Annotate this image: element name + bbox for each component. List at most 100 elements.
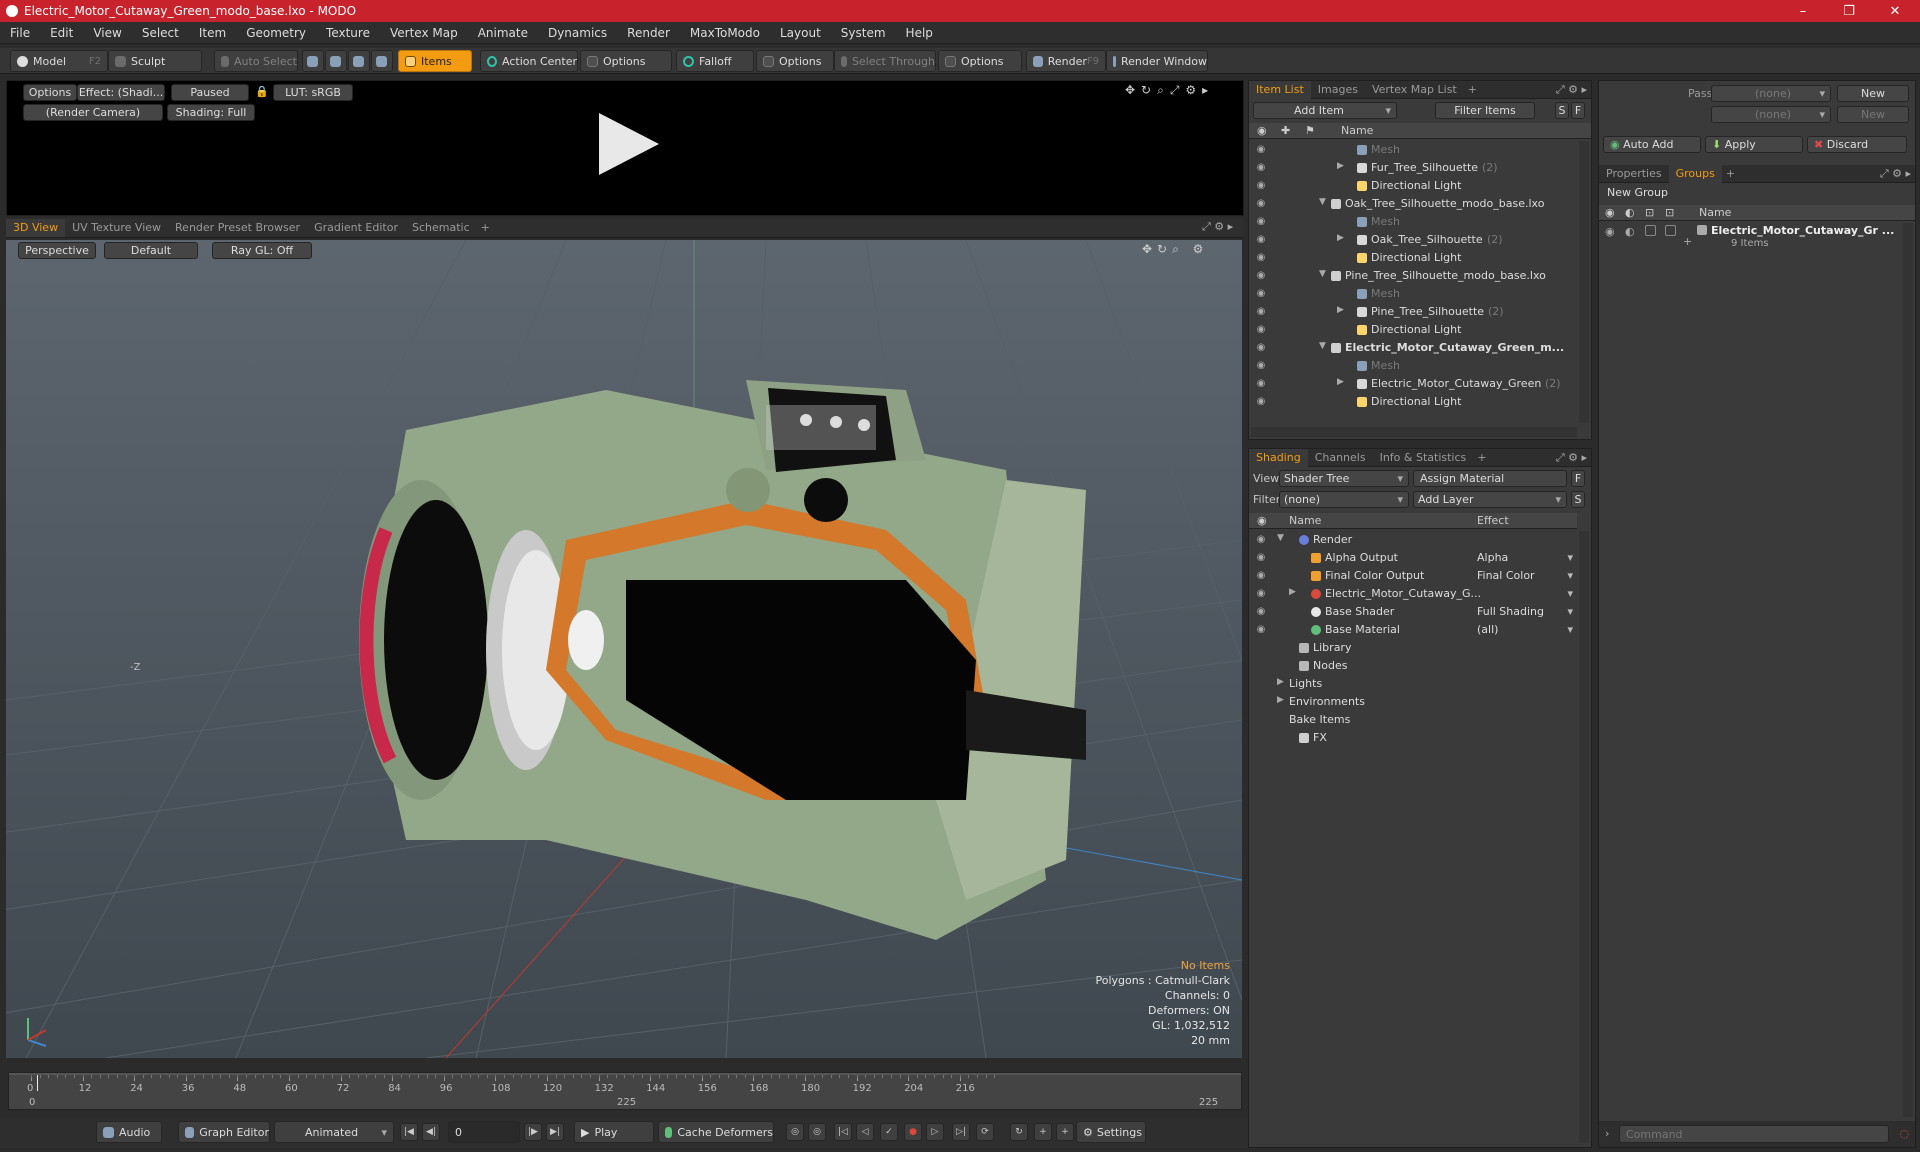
expand-arrow-icon[interactable]: ▶ (1289, 587, 1296, 597)
current-frame-input[interactable]: 0 (448, 1121, 520, 1143)
collapse-arrow-icon[interactable]: ▼ (1319, 341, 1326, 351)
render-camera-dropdown[interactable]: (Render Camera) (23, 104, 163, 121)
preview-paused-button[interactable]: Paused (171, 84, 249, 101)
menu-render[interactable]: Render (617, 26, 680, 40)
expand-arrow-icon[interactable]: ▶ (1337, 305, 1344, 315)
item-list-row[interactable]: ◉ Mesh (1249, 213, 1577, 231)
preview-effect-dropdown[interactable]: Effect: (Shadi... (77, 84, 165, 101)
shader-tree-row[interactable]: ▶ Lights (1249, 675, 1577, 693)
key-fwd-icon[interactable]: ▷ (926, 1123, 944, 1141)
add-tab-icon[interactable]: + (1722, 167, 1739, 180)
new-pass-group-button[interactable]: New (1837, 85, 1909, 102)
visibility-eye-icon[interactable]: ◉ (1255, 288, 1267, 300)
item-list-row[interactable]: ◉ ▼ Electric_Motor_Cutaway_Green_m... (1249, 339, 1577, 357)
apply-button[interactable]: ⬇ Apply (1705, 136, 1803, 153)
key-settings-icon[interactable]: ◎ (808, 1123, 826, 1141)
shader-tree-row[interactable]: ◉ Base Shader Full Shading (1249, 603, 1577, 621)
menu-dynamics[interactable]: Dynamics (538, 26, 617, 40)
preview-options-button[interactable]: Options (23, 84, 77, 101)
command-expand-icon[interactable]: › (1605, 1127, 1609, 1140)
add-layer-dropdown[interactable]: Add Layer (1413, 491, 1567, 508)
tab-shading[interactable]: Shading (1249, 448, 1308, 467)
sync-icon[interactable]: ↻ (1010, 1123, 1028, 1141)
key-tool-icon[interactable]: ◎ (786, 1123, 804, 1141)
key-back-icon[interactable]: ◁ (856, 1123, 874, 1141)
shader-tree-row[interactable]: FX (1249, 729, 1577, 747)
polygons-mode-button[interactable] (348, 50, 370, 72)
visibility-eye-icon[interactable]: ◉ (1255, 234, 1267, 246)
shader-tree-row[interactable]: Bake Items (1249, 711, 1577, 729)
shading-panel-controls[interactable]: ⤢ ⚙ ▸ (1556, 451, 1587, 465)
expand-arrow-icon[interactable]: ▶ (1337, 233, 1344, 243)
go-to-end-icon[interactable]: ▶| (546, 1123, 564, 1141)
lock-icon[interactable]: 🔒 (255, 85, 269, 98)
collapse-arrow-icon[interactable]: ▼ (1319, 269, 1326, 279)
visibility-eye-icon[interactable]: ◉ (1255, 306, 1267, 318)
view-tab-controls[interactable]: ⤢ ⚙ ▸ (1202, 220, 1233, 234)
play-preview-icon[interactable] (593, 109, 663, 179)
group-lock-checkbox[interactable] (1645, 225, 1656, 236)
viewport-nav-controls[interactable]: ✥↻⌕ ⚙ (1142, 242, 1208, 257)
visibility-eye-icon[interactable]: ◉ (1255, 588, 1267, 600)
loop-icon[interactable]: ⟳ (976, 1123, 994, 1141)
item-list-row[interactable]: ◉ Directional Light (1249, 249, 1577, 267)
item-list-row[interactable]: ◉ Directional Light (1249, 321, 1577, 339)
visibility-eye-icon[interactable]: ◉ (1255, 624, 1267, 636)
shading-scrollbar[interactable] (1579, 531, 1589, 1143)
select-through-options-button[interactable]: Options (938, 50, 1022, 72)
electric-motor-model[interactable] (359, 380, 1086, 940)
layer-effect-dropdown[interactable]: (all) (1477, 623, 1575, 636)
shader-tree-row[interactable]: ◉ Base Material (all) (1249, 621, 1577, 639)
visibility-eye-icon[interactable]: ◉ (1255, 324, 1267, 336)
prev-key-icon[interactable]: |◁ (834, 1123, 852, 1141)
groups-panel-controls[interactable]: ⤢ ⚙ ▸ (1880, 167, 1911, 181)
item-list-row[interactable]: ◉ ▶ Pine_Tree_Silhouette (2) (1249, 303, 1577, 321)
menu-edit[interactable]: Edit (40, 26, 83, 40)
shading-effect-header[interactable]: Effect (1477, 514, 1509, 527)
tab-images[interactable]: Images (1311, 81, 1365, 99)
layer-effect-dropdown[interactable]: Full Shading (1477, 605, 1575, 618)
preview-view-controls[interactable]: ✥↻⌕⤢⚙▸ (1125, 83, 1214, 98)
tab-3d-view[interactable]: 3D View (6, 218, 66, 237)
collapse-arrow-icon[interactable]: ▼ (1319, 197, 1326, 207)
add-item-dropdown[interactable]: Add Item (1253, 102, 1397, 119)
visibility-eye-icon[interactable]: ◉ (1255, 180, 1267, 192)
raygl-toggle[interactable]: Ray GL: Off (212, 242, 312, 259)
menu-help[interactable]: Help (896, 26, 943, 40)
shading-default-dropdown[interactable]: Default (104, 242, 198, 259)
group-row[interactable]: ◉ ◐ Electric_Motor_Cutaway_Gr ... + 9 It… (1599, 223, 1915, 255)
tab-groups[interactable]: Groups (1668, 164, 1722, 183)
items-mode-button[interactable]: Items (398, 50, 472, 72)
audio-button[interactable]: Audio (96, 1121, 162, 1143)
preview-shading-dropdown[interactable]: Shading: Full (167, 104, 255, 121)
menu-vertex-map[interactable]: Vertex Map (380, 26, 468, 40)
visibility-eye-icon[interactable]: ◉ (1255, 216, 1267, 228)
materials-mode-button[interactable] (371, 50, 393, 72)
menu-file[interactable]: File (0, 26, 40, 40)
passes-dropdown[interactable]: (none) (1711, 106, 1831, 123)
layer-effect-dropdown[interactable]: Alpha (1477, 551, 1575, 564)
menu-view[interactable]: View (83, 26, 131, 40)
visibility-eye-icon[interactable]: ◉ (1255, 606, 1267, 618)
action-center-button[interactable]: Action Center (480, 50, 578, 72)
layer-effect-dropdown[interactable]: Final Color (1477, 569, 1575, 582)
menu-select[interactable]: Select (132, 26, 189, 40)
group-visibility-icon[interactable]: ◉ (1605, 225, 1615, 238)
add-tab-icon[interactable]: + (477, 221, 494, 234)
group-expand-icon[interactable]: + (1683, 235, 1692, 248)
assign-material-button[interactable]: Assign Material (1413, 470, 1567, 487)
tab-channels[interactable]: Channels (1308, 449, 1373, 467)
next-key-fwd-icon[interactable]: ▷| (952, 1123, 970, 1141)
tab-schematic[interactable]: Schematic (405, 219, 477, 237)
item-list-hscrollbar[interactable] (1251, 427, 1577, 437)
auto-select-button[interactable]: Auto Select (214, 50, 298, 72)
go-to-start-icon[interactable]: |◀ (400, 1123, 418, 1141)
visibility-eye-icon[interactable]: ◉ (1255, 552, 1267, 564)
play-button[interactable]: ▶ Play (574, 1121, 654, 1143)
add-tab-icon[interactable]: + (1473, 451, 1490, 464)
falloff-button[interactable]: Falloff (676, 50, 754, 72)
collapse-arrow-icon[interactable]: ▼ (1277, 533, 1284, 543)
tab-item-list[interactable]: Item List (1249, 80, 1311, 99)
visibility-eye-icon[interactable]: ◉ (1255, 534, 1267, 546)
render-button[interactable]: Render F9 (1026, 50, 1106, 72)
